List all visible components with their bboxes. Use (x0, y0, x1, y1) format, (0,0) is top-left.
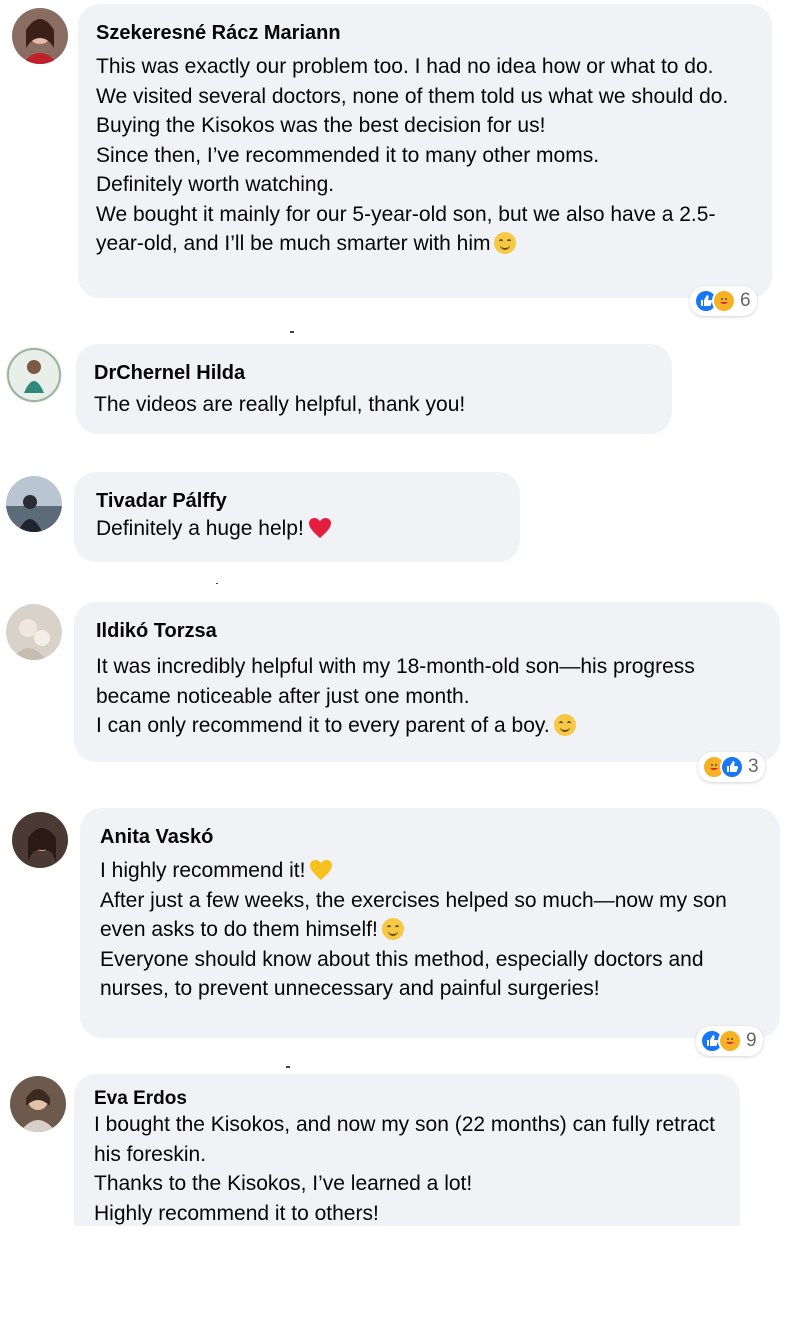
comment-line: Buying the Kisokos was the best decision… (96, 114, 546, 137)
avatar[interactable] (6, 347, 62, 403)
comment-line: I highly recommend it! (100, 859, 306, 882)
reaction-count: 9 (746, 1030, 757, 1051)
comment-line: Definitely worth watching. (96, 173, 335, 196)
comment-author[interactable]: Tivadar Pálffy (96, 488, 498, 514)
comment-line: Definitely a huge help! (96, 517, 304, 540)
care-hug-icon (718, 1029, 742, 1053)
comment-text: This was exactly our problem too. I had … (96, 52, 754, 259)
comment-line: Since then, I’ve recommended it to many … (96, 143, 600, 167)
avatar-photo-icon (12, 812, 68, 868)
comment-text: Definitely a huge help! (96, 514, 498, 544)
divider-mark (216, 583, 218, 584)
comment-bubble: Tivadar Pálffy Definitely a huge help! (74, 472, 520, 562)
avatar-photo-icon (6, 604, 62, 660)
comment-line: This was exactly our problem too. I had … (96, 55, 714, 78)
red-heart-emoji-icon (308, 517, 332, 539)
comment-bubble: Szekeresné Rácz Mariann This was exactly… (78, 4, 772, 298)
comment-author[interactable]: Szekeresné Rácz Mariann (96, 20, 754, 46)
comment-line: year-old, and I’ll be much smarter with … (96, 232, 491, 255)
avatar-photo-icon (10, 1076, 66, 1132)
avatar[interactable] (6, 604, 62, 660)
avatar[interactable] (12, 8, 68, 64)
smiling-face-emoji-icon (494, 232, 517, 254)
comment-line: The videos are really helpful, thank you… (94, 393, 466, 416)
comment-line: After just a few weeks, the exercises he… (100, 888, 727, 912)
comment-line: even asks to do them himself! (100, 918, 378, 941)
smiling-face-emoji-icon (553, 714, 576, 736)
comment-line: nurses, to prevent unnecessary and painf… (100, 977, 600, 1000)
comment-line: Everyone should know about this method, … (100, 947, 704, 971)
comment-bubble: Anita Vaskó I highly recommend it! After… (80, 808, 780, 1038)
avatar-photo-icon (6, 476, 62, 532)
comment-line: I bought the Kisokos, and now my son (22… (94, 1113, 715, 1136)
comment-line: his foreskin. (94, 1142, 207, 1166)
avatar-photo-icon (6, 347, 62, 403)
reaction-summary[interactable]: 6 (690, 286, 757, 316)
care-hug-icon (712, 289, 736, 313)
divider-mark (286, 1066, 290, 1068)
comment-bubble: Eva Erdos I bought the Kisokos, and now … (74, 1074, 740, 1226)
comment-line: became noticeable after just one month. (96, 684, 470, 708)
avatar[interactable] (6, 476, 62, 532)
comment-line: We visited several doctors, none of them… (96, 84, 729, 108)
avatar-photo-icon (12, 8, 68, 64)
comment-line: I can only recommend it to every parent … (96, 714, 550, 737)
comment-bubble: DrChernel Hilda The videos are really he… (76, 344, 672, 434)
comment-line: Highly recommend it to others! (94, 1201, 379, 1225)
comment-line: We bought it mainly for our 5-year-old s… (96, 202, 716, 226)
reaction-summary[interactable]: 9 (696, 1026, 763, 1056)
comment-text: I bought the Kisokos, and now my son (22… (94, 1110, 720, 1228)
avatar[interactable] (12, 812, 68, 868)
divider-mark (290, 331, 294, 333)
comment-text: The videos are really helpful, thank you… (94, 390, 654, 420)
comment-author[interactable]: DrChernel Hilda (94, 360, 654, 386)
comment-text: I highly recommend it! After just a few … (100, 856, 760, 1004)
comment-author[interactable]: Ildikó Torzsa (96, 618, 758, 644)
comment-author[interactable]: Eva Erdos (94, 1088, 720, 1110)
avatar[interactable] (10, 1076, 66, 1132)
comment-text: It was incredibly helpful with my 18-mon… (96, 652, 758, 741)
thumbs-up-icon (720, 755, 744, 779)
reaction-summary[interactable]: 3 (698, 752, 765, 782)
comment-line: Thanks to the Kisokos, I’ve learned a lo… (94, 1172, 473, 1195)
reaction-count: 3 (748, 756, 759, 777)
comment-bubble: Ildikó Torzsa It was incredibly helpful … (74, 602, 780, 762)
reaction-count: 6 (740, 290, 751, 311)
comment-line: It was incredibly helpful with my 18-mon… (96, 655, 695, 678)
comment-author[interactable]: Anita Vaskó (100, 824, 760, 850)
yellow-heart-emoji-icon (309, 859, 333, 881)
smiling-face-emoji-icon (381, 918, 404, 940)
